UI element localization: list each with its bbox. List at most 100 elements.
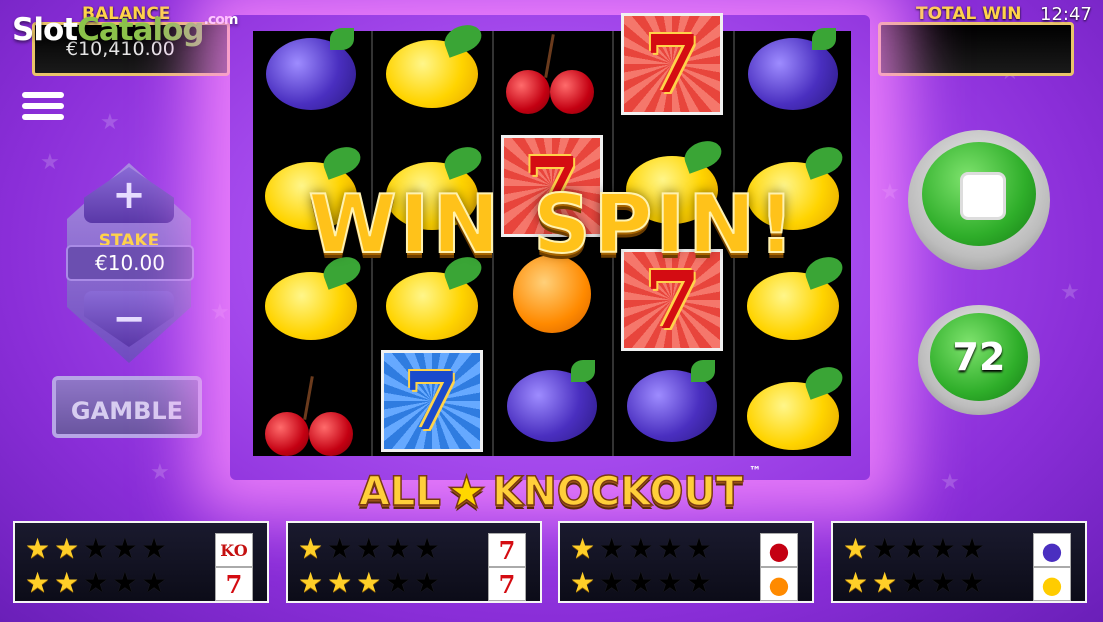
- plum-icon: [747, 28, 838, 110]
- hamburger-icon: [22, 92, 64, 120]
- bg-star-icon: ★: [940, 470, 960, 495]
- star-icon: ★: [298, 566, 324, 599]
- reel-cell: [253, 361, 369, 471]
- star-icon: ★: [327, 532, 353, 565]
- plum-icon: [266, 28, 357, 110]
- bg-star-icon: ★: [100, 110, 120, 135]
- star-row: ★ ★ ★ ★ ★: [25, 567, 167, 599]
- plum-icon: [507, 360, 598, 442]
- stake-control: + STAKE €10.00 −: [62, 163, 196, 363]
- cherry-icon: ●: [760, 533, 798, 567]
- cherry-icon: [502, 34, 602, 114]
- stake-increase-button[interactable]: +: [84, 167, 174, 223]
- seven-icon: 7: [488, 567, 526, 601]
- star-icon: ★: [446, 466, 487, 519]
- star-icon: ★: [112, 566, 138, 599]
- star-icon: ★: [599, 532, 625, 565]
- star-icon: ★: [141, 566, 167, 599]
- game-logo: ALL ★ KNOCKOUT ™: [320, 464, 800, 520]
- star-icon: ★: [930, 566, 956, 599]
- orange-icon: ●: [760, 567, 798, 601]
- stop-icon: [960, 172, 1006, 220]
- lemon-icon: ●: [1033, 567, 1071, 601]
- star-icon: ★: [54, 532, 80, 565]
- ko-icon: KO: [215, 533, 253, 567]
- star-row: ★ ★ ★ ★ ★: [570, 567, 712, 599]
- star-icon: ★: [141, 532, 167, 565]
- reel-cell: [614, 351, 730, 461]
- reel-cell: [494, 351, 610, 461]
- reel-cell: [373, 19, 489, 129]
- reel-cell: [735, 19, 851, 129]
- watermark: SlotCatalog.com: [12, 12, 238, 48]
- spin-button[interactable]: [908, 130, 1050, 270]
- cherry-icon: [261, 376, 361, 456]
- star-icon: ★: [356, 566, 382, 599]
- watermark-text-b: Catalog: [77, 12, 205, 48]
- star-icon: ★: [83, 566, 109, 599]
- lemon-icon: [746, 272, 839, 340]
- star-icon: ★: [298, 532, 324, 565]
- lemon-icon: [385, 272, 478, 340]
- gamble-button[interactable]: GAMBLE: [52, 376, 202, 438]
- star-icon: ★: [25, 566, 51, 599]
- logo-text-left: ALL: [358, 468, 441, 516]
- star-icon: ★: [356, 532, 382, 565]
- menu-button[interactable]: [22, 88, 64, 128]
- autospin-button[interactable]: 72: [918, 305, 1040, 415]
- star-row: ★ ★ ★ ★ ★: [843, 567, 985, 599]
- total-win-label: TOTAL WIN: [916, 4, 1022, 24]
- star-icon: ★: [385, 566, 411, 599]
- bg-star-icon: ★: [210, 300, 230, 325]
- star-icon: ★: [570, 566, 596, 599]
- star-icon: ★: [599, 566, 625, 599]
- blue-seven-icon: 7: [380, 350, 483, 452]
- lemon-icon: [746, 382, 839, 450]
- star-row: ★ ★ ★ ★ ★: [298, 567, 440, 599]
- star-icon: ★: [843, 566, 869, 599]
- star-row: ★ ★ ★ ★ ★: [25, 533, 167, 565]
- clock: 12:47: [1040, 4, 1092, 25]
- watermark-text-a: Slot: [12, 12, 78, 48]
- lemon-icon: [265, 272, 358, 340]
- stake-decrease-button[interactable]: −: [84, 291, 174, 347]
- star-icon: ★: [872, 532, 898, 565]
- stake-value: €10.00: [66, 245, 194, 281]
- bg-star-icon: ★: [1060, 280, 1080, 305]
- star-icon: ★: [83, 532, 109, 565]
- reel-cell: [494, 19, 610, 129]
- seven-icon: 7: [488, 533, 526, 567]
- star-icon: ★: [843, 532, 869, 565]
- total-win-panel: [878, 22, 1074, 76]
- reel-cell: 7: [373, 346, 489, 456]
- star-icon: ★: [628, 566, 654, 599]
- reel-cell: [735, 361, 851, 471]
- feature-card-1: ★ ★ ★ ★ ★ KO ★ ★ ★ ★ ★ 7: [13, 521, 269, 603]
- bg-star-icon: ★: [40, 150, 60, 175]
- plum-icon: [627, 360, 718, 442]
- star-icon: ★: [657, 532, 683, 565]
- star-row: ★ ★ ★ ★ ★: [843, 533, 985, 565]
- star-icon: ★: [112, 532, 138, 565]
- reel-cell: 7: [614, 9, 730, 119]
- star-icon: ★: [930, 532, 956, 565]
- star-icon: ★: [657, 566, 683, 599]
- feature-card-2: ★ ★ ★ ★ ★ 7 ★ ★ ★ ★ ★ 7: [286, 521, 542, 603]
- autospin-count: 72: [930, 313, 1028, 401]
- bg-star-icon: ★: [880, 180, 900, 205]
- feature-card-3: ★ ★ ★ ★ ★ ● ★ ★ ★ ★ ★ ●: [558, 521, 814, 603]
- star-icon: ★: [54, 566, 80, 599]
- star-icon: ★: [901, 566, 927, 599]
- star-icon: ★: [901, 532, 927, 565]
- lemon-icon: [385, 40, 478, 108]
- star-icon: ★: [686, 532, 712, 565]
- star-icon: ★: [959, 532, 985, 565]
- spin-button-face: [922, 142, 1036, 246]
- bg-star-icon: ★: [150, 460, 170, 485]
- star-icon: ★: [959, 566, 985, 599]
- win-spin-banner: WIN SPIN!: [307, 177, 798, 272]
- star-icon: ★: [327, 566, 353, 599]
- star-icon: ★: [628, 532, 654, 565]
- trademark: ™: [749, 464, 762, 478]
- star-icon: ★: [25, 532, 51, 565]
